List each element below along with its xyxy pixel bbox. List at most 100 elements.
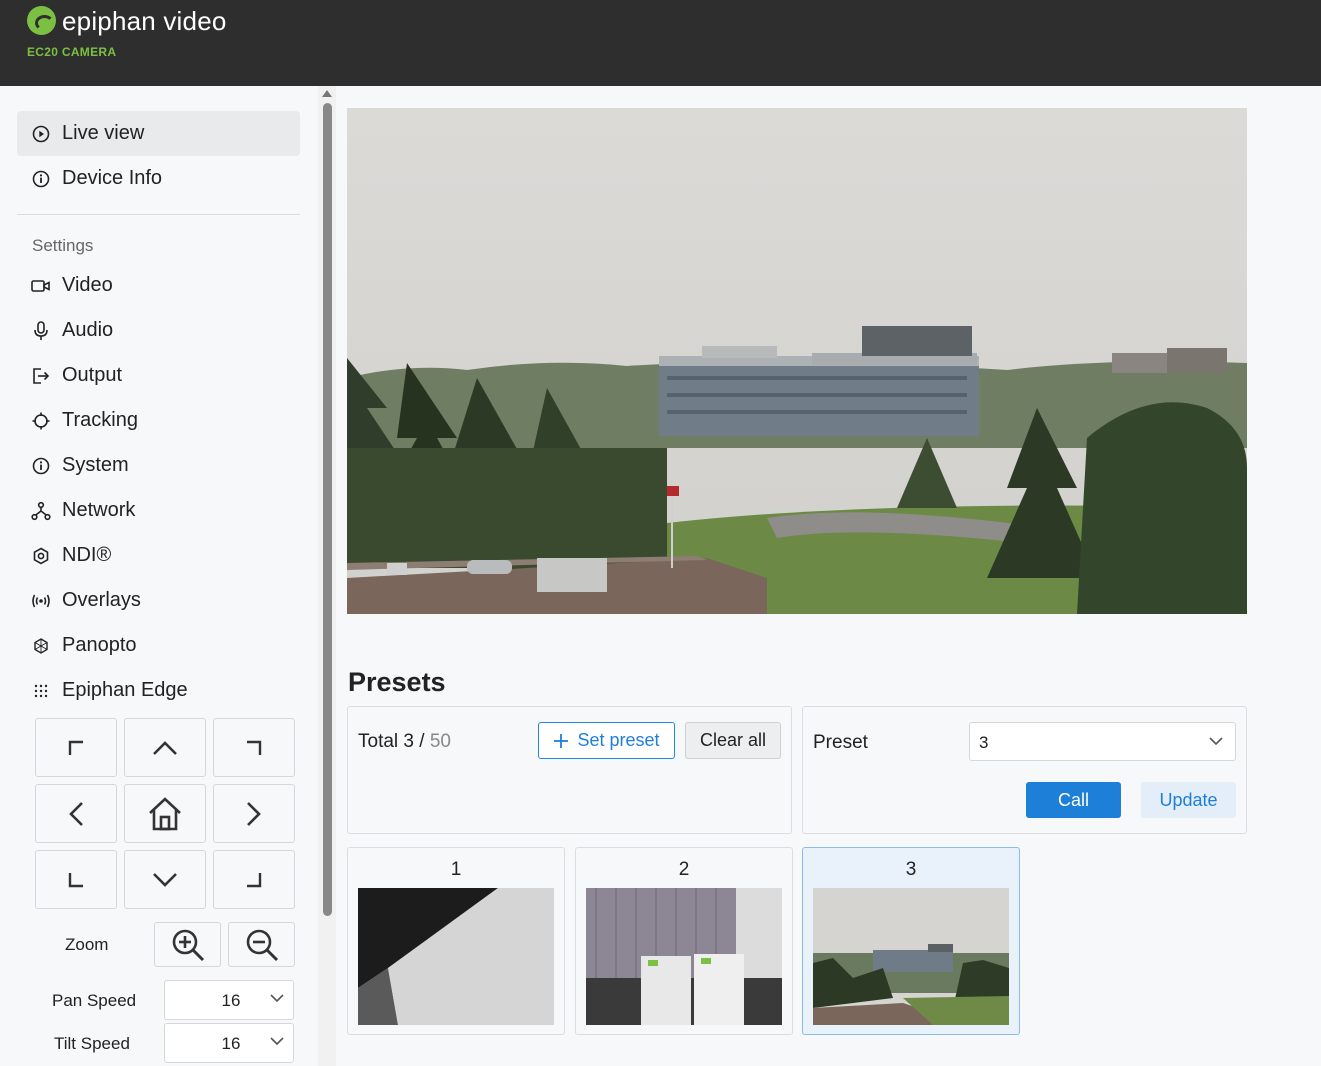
info-icon [31,457,51,475]
sidebar-divider [17,214,300,215]
sidebar-item-label: Live view [62,122,145,144]
preset-card-2[interactable]: 2 [575,847,793,1035]
chevron-down-icon [270,994,284,1003]
chevron-left-icon [69,801,83,826]
live-video-feed[interactable] [347,108,1247,614]
zoom-in-button[interactable] [154,922,221,967]
sidebar-item-audio[interactable]: Audio [17,308,300,353]
pan-left-button[interactable] [35,784,117,843]
sidebar-item-device-info[interactable]: Device Info [17,156,300,201]
sidebar-item-label: System [62,454,129,476]
chevron-up-icon [153,740,177,755]
sidebar-item-video[interactable]: Video [17,263,300,308]
crosshair-icon [31,412,51,430]
total-separator: / [419,731,425,752]
sidebar-item-label: NDI® [62,544,112,566]
sidebar-item-system[interactable]: System [17,443,300,488]
preset-thumbnail [586,888,782,1025]
zoom-label: Zoom [65,935,109,954]
tilt-down-button[interactable] [124,850,206,909]
plus-icon [554,733,569,748]
total-max: 50 [429,731,451,752]
sidebar-item-label: Overlays [62,589,141,611]
zoom-out-button[interactable] [228,922,295,967]
pan-up-left-button[interactable] [35,718,117,777]
home-button[interactable] [124,784,206,843]
microphone-icon [31,320,51,341]
sidebar: Live view Device Info Settings Video Aud… [0,86,318,1066]
epiphan-logo-icon [27,6,56,35]
pan-speed-label: Pan Speed [52,991,137,1010]
settings-section-title: Settings [32,236,94,255]
pan-down-right-button[interactable] [213,850,295,909]
sidebar-item-epiphan-edge[interactable]: Epiphan Edge [17,668,300,713]
panopto-icon [31,637,51,654]
sidebar-item-label: Network [62,499,136,521]
info-icon [31,170,51,188]
sidebar-item-panopto[interactable]: Panopto [17,623,300,668]
brand-name: epiphan video [62,6,227,36]
chevron-down-icon [270,1037,284,1046]
corner-up-left-icon [68,740,83,755]
preset-thumbnail [358,888,554,1025]
grid-dots-icon [31,683,51,699]
tilt-speed-select[interactable]: 16 [164,1023,294,1063]
broadcast-icon [31,593,51,609]
sidebar-item-label: Audio [62,319,114,341]
pan-speed-select[interactable]: 16 [164,980,294,1020]
preset-card-number: 3 [905,859,917,880]
presets-title: Presets [348,667,446,697]
preset-thumbnail [813,888,1009,1025]
corner-up-right-icon [247,740,262,755]
tilt-speed-label: Tilt Speed [54,1034,130,1053]
chevron-right-icon [247,801,261,826]
presets-total: Total 3 / 50 [358,731,451,753]
clear-all-button[interactable]: Clear all [685,722,781,759]
zoom-in-icon [172,929,204,961]
pan-down-left-button[interactable] [35,850,117,909]
sidebar-item-network[interactable]: Network [17,488,300,533]
sidebar-item-output[interactable]: Output [17,353,300,398]
sidebar-item-label: Video [62,274,113,296]
preset-card-1[interactable]: 1 [347,847,565,1035]
total-count: 3 [403,731,414,752]
sidebar-item-tracking[interactable]: Tracking [17,398,300,443]
preset-label: Preset [813,732,868,753]
preset-select-value: 3 [979,733,989,752]
preset-card-number: 1 [450,859,462,880]
set-preset-label: Set preset [577,730,660,750]
sidebar-item-label: Device Info [62,167,163,189]
home-icon [149,796,181,830]
update-button[interactable]: Update [1141,782,1236,818]
zoom-out-icon [246,929,278,961]
play-circle-icon [31,125,51,143]
preset-select[interactable]: 3 [969,722,1236,761]
pan-up-right-button[interactable] [213,718,295,777]
corner-down-right-icon [247,872,262,887]
sidebar-item-live-view[interactable]: Live view [17,111,300,156]
chevron-down-icon [1209,737,1223,746]
ndi-icon [31,547,51,565]
sidebar-item-label: Tracking [62,409,138,431]
top-header: epiphan video EC20 CAMERA [0,0,1321,86]
call-button[interactable]: Call [1026,782,1121,818]
sidebar-item-label: Panopto [62,634,137,656]
video-camera-icon [31,278,51,294]
sidebar-item-overlays[interactable]: Overlays [17,578,300,623]
set-preset-button[interactable]: Set preset [538,722,675,759]
pan-right-button[interactable] [213,784,295,843]
sidebar-item-ndi[interactable]: NDI® [17,533,300,578]
sidebar-scrollbar-thumb[interactable] [323,103,332,916]
total-label: Total [358,731,399,752]
sidebar-item-label: Epiphan Edge [62,679,188,701]
sidebar-item-label: Output [62,364,123,386]
product-name: EC20 CAMERA [27,45,117,59]
chevron-down-icon [153,872,177,887]
preset-card-number: 2 [678,859,690,880]
corner-down-left-icon [68,872,83,887]
tilt-up-button[interactable] [124,718,206,777]
network-icon [31,501,51,521]
scroll-up-arrow-icon[interactable] [322,90,332,97]
output-icon [31,367,51,385]
preset-card-3[interactable]: 3 [802,847,1020,1035]
